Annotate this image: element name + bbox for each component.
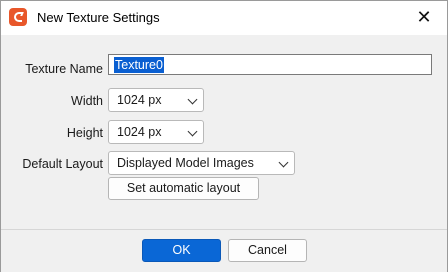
chevron-down-icon [278,157,289,168]
height-value: 1024 px [117,125,162,139]
texture-name-input[interactable]: Texture0 [108,54,432,75]
default-layout-label: Default Layout [22,157,103,171]
texture-name-label: Texture Name [25,62,103,76]
texture-name-value: Texture0 [114,57,164,73]
set-automatic-layout-button[interactable]: Set automatic layout [108,177,259,200]
app-logo-icon [9,8,27,26]
chevron-down-icon [187,126,198,137]
ok-button[interactable]: OK [142,239,221,262]
height-dropdown[interactable]: 1024 px [108,120,204,144]
cancel-button[interactable]: Cancel [228,239,307,262]
height-label: Height [66,126,103,140]
dialog-footer: OK Cancel [1,229,447,272]
width-label: Width [71,94,103,108]
settings-panel: Texture Name Texture0 Width 1024 px Heig… [1,35,447,229]
chevron-down-icon [187,94,198,105]
window-title: New Texture Settings [37,10,160,25]
width-dropdown[interactable]: 1024 px [108,88,204,112]
close-icon[interactable]: ✕ [413,6,435,28]
default-layout-dropdown[interactable]: Displayed Model Images [108,151,295,175]
title-bar: New Texture Settings ✕ [1,1,447,35]
default-layout-value: Displayed Model Images [117,156,254,170]
width-value: 1024 px [117,93,162,107]
dialog-window: New Texture Settings ✕ Texture Name Text… [0,0,448,272]
